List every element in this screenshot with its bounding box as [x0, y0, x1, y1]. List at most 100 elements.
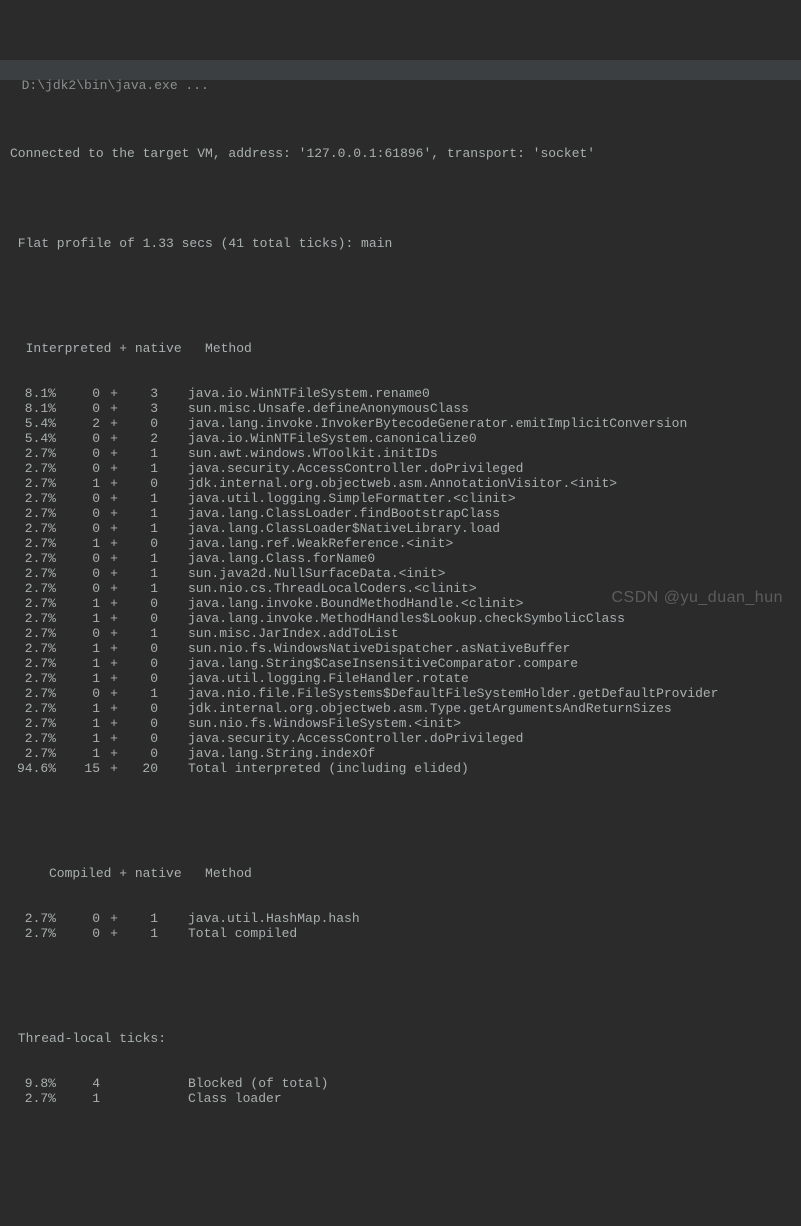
col-pct: 9.8%	[10, 1076, 56, 1091]
col-method: java.util.logging.SimpleFormatter.<clini…	[188, 491, 516, 506]
col-a: 0	[70, 911, 100, 926]
col-a: 1	[70, 746, 100, 761]
section-heading-interpreted: Interpreted + native Method	[10, 341, 801, 356]
profile-row: 2.7%1+0java.lang.String.indexOf	[10, 746, 801, 761]
col-method: sun.nio.fs.WindowsFileSystem.<init>	[188, 716, 461, 731]
col-method: java.lang.ref.WeakReference.<init>	[188, 536, 453, 551]
col-pct: 2.7%	[10, 506, 56, 521]
col-pct: 2.7%	[10, 716, 56, 731]
profile-row: 2.7%0+1java.lang.Class.forName0	[10, 551, 801, 566]
profile-row: 8.1%0+3java.io.WinNTFileSystem.rename0	[10, 386, 801, 401]
col-pct: 2.7%	[10, 566, 56, 581]
col-a: 1	[70, 536, 100, 551]
col-pct: 2.7%	[10, 746, 56, 761]
plus-sign: +	[100, 401, 128, 416]
col-method: java.security.AccessController.doPrivile…	[188, 731, 523, 746]
col-a: 0	[70, 626, 100, 641]
profile-row: 2.7%1+0sun.nio.fs.WindowsNativeDispatche…	[10, 641, 801, 656]
col-method: java.lang.ClassLoader$NativeLibrary.load	[188, 521, 500, 536]
col-a: 1	[70, 671, 100, 686]
col-pct: 2.7%	[10, 911, 56, 926]
col-pct: 94.6%	[10, 761, 56, 776]
col-b: 0	[128, 611, 158, 626]
col-method: java.util.logging.FileHandler.rotate	[188, 671, 469, 686]
col-b: 0	[128, 746, 158, 761]
title-bar-text: D:\jdk2\bin\java.exe ...	[22, 78, 209, 93]
plus-sign: +	[100, 476, 128, 491]
plus-sign: +	[100, 521, 128, 536]
console-output[interactable]: Connected to the target VM, address: '12…	[0, 110, 801, 1121]
col-pct: 5.4%	[10, 416, 56, 431]
blank-line	[10, 281, 801, 296]
blank-line	[10, 191, 801, 206]
plus-sign: +	[100, 581, 128, 596]
profile-row: 9.8%4Blocked (of total)	[10, 1076, 801, 1091]
col-b: 0	[128, 701, 158, 716]
profile-row: 94.6%15+20Total interpreted (including e…	[10, 761, 801, 776]
col-method: Total interpreted (including elided)	[188, 761, 469, 776]
col-a: 1	[70, 1091, 100, 1106]
col-method: java.lang.String$CaseInsensitiveComparat…	[188, 656, 578, 671]
col-a: 1	[70, 716, 100, 731]
col-b: 1	[128, 551, 158, 566]
col-b: 0	[128, 641, 158, 656]
profile-row: 2.7%0+1java.lang.ClassLoader.findBootstr…	[10, 506, 801, 521]
col-b: 3	[128, 401, 158, 416]
col-b: 1	[128, 566, 158, 581]
col-a: 0	[70, 446, 100, 461]
plus-sign: +	[100, 611, 128, 626]
col-a: 0	[70, 686, 100, 701]
profile-row: 2.7%1+0java.lang.invoke.BoundMethodHandl…	[10, 596, 801, 611]
col-a: 0	[70, 926, 100, 941]
plus-sign: +	[100, 716, 128, 731]
col-a: 0	[70, 461, 100, 476]
col-method: sun.awt.windows.WToolkit.initIDs	[188, 446, 438, 461]
profile-title-line: Flat profile of 1.33 secs (41 total tick…	[10, 236, 801, 251]
profile-row: 2.7%1+0java.security.AccessController.do…	[10, 731, 801, 746]
col-b: 1	[128, 521, 158, 536]
plus-sign: +	[100, 686, 128, 701]
plus-sign: +	[100, 386, 128, 401]
profile-row: 2.7%1+0jdk.internal.org.objectweb.asm.Ty…	[10, 701, 801, 716]
col-a: 0	[70, 431, 100, 446]
section-heading-compiled: Compiled + native Method	[10, 866, 801, 881]
col-b: 3	[128, 386, 158, 401]
col-pct: 2.7%	[10, 641, 56, 656]
profile-row: 5.4%2+0java.lang.invoke.InvokerBytecodeG…	[10, 416, 801, 431]
col-a: 1	[70, 701, 100, 716]
col-method: sun.misc.JarIndex.addToList	[188, 626, 399, 641]
col-b: 0	[128, 476, 158, 491]
col-b: 0	[128, 671, 158, 686]
plus-sign: +	[100, 416, 128, 431]
plus-sign: +	[100, 536, 128, 551]
profile-row: 2.7%0+1sun.nio.cs.ThreadLocalCoders.<cli…	[10, 581, 801, 596]
col-b: 1	[128, 581, 158, 596]
profile-row: 2.7%1+0sun.nio.fs.WindowsFileSystem.<ini…	[10, 716, 801, 731]
profile-row: 2.7%1+0java.lang.String$CaseInsensitiveC…	[10, 656, 801, 671]
col-pct: 5.4%	[10, 431, 56, 446]
col-method: java.io.WinNTFileSystem.canonicalize0	[188, 431, 477, 446]
col-pct: 2.7%	[10, 446, 56, 461]
profile-row: 5.4%0+2java.io.WinNTFileSystem.canonical…	[10, 431, 801, 446]
col-method: java.lang.String.indexOf	[188, 746, 375, 761]
col-method: Class loader	[188, 1091, 282, 1106]
profile-row: 2.7%0+1java.lang.ClassLoader$NativeLibra…	[10, 521, 801, 536]
col-pct: 2.7%	[10, 476, 56, 491]
col-method: jdk.internal.org.objectweb.asm.Type.getA…	[188, 701, 672, 716]
col-b: 2	[128, 431, 158, 446]
col-method: java.lang.Class.forName0	[188, 551, 375, 566]
profile-row: 8.1%0+3sun.misc.Unsafe.defineAnonymousCl…	[10, 401, 801, 416]
col-a: 0	[70, 401, 100, 416]
col-a: 0	[70, 506, 100, 521]
col-a: 2	[70, 416, 100, 431]
plus-sign: +	[100, 701, 128, 716]
col-method: jdk.internal.org.objectweb.asm.Annotatio…	[188, 476, 617, 491]
profile-row: 2.7%0+1Total compiled	[10, 926, 801, 941]
col-b: 0	[128, 656, 158, 671]
profile-row: 2.7%0+1sun.awt.windows.WToolkit.initIDs	[10, 446, 801, 461]
col-b: 1	[128, 911, 158, 926]
plus-sign: +	[100, 926, 128, 941]
profile-row: 2.7%1+0java.lang.ref.WeakReference.<init…	[10, 536, 801, 551]
profile-row: 2.7%1+0jdk.internal.org.objectweb.asm.An…	[10, 476, 801, 491]
col-b: 1	[128, 626, 158, 641]
